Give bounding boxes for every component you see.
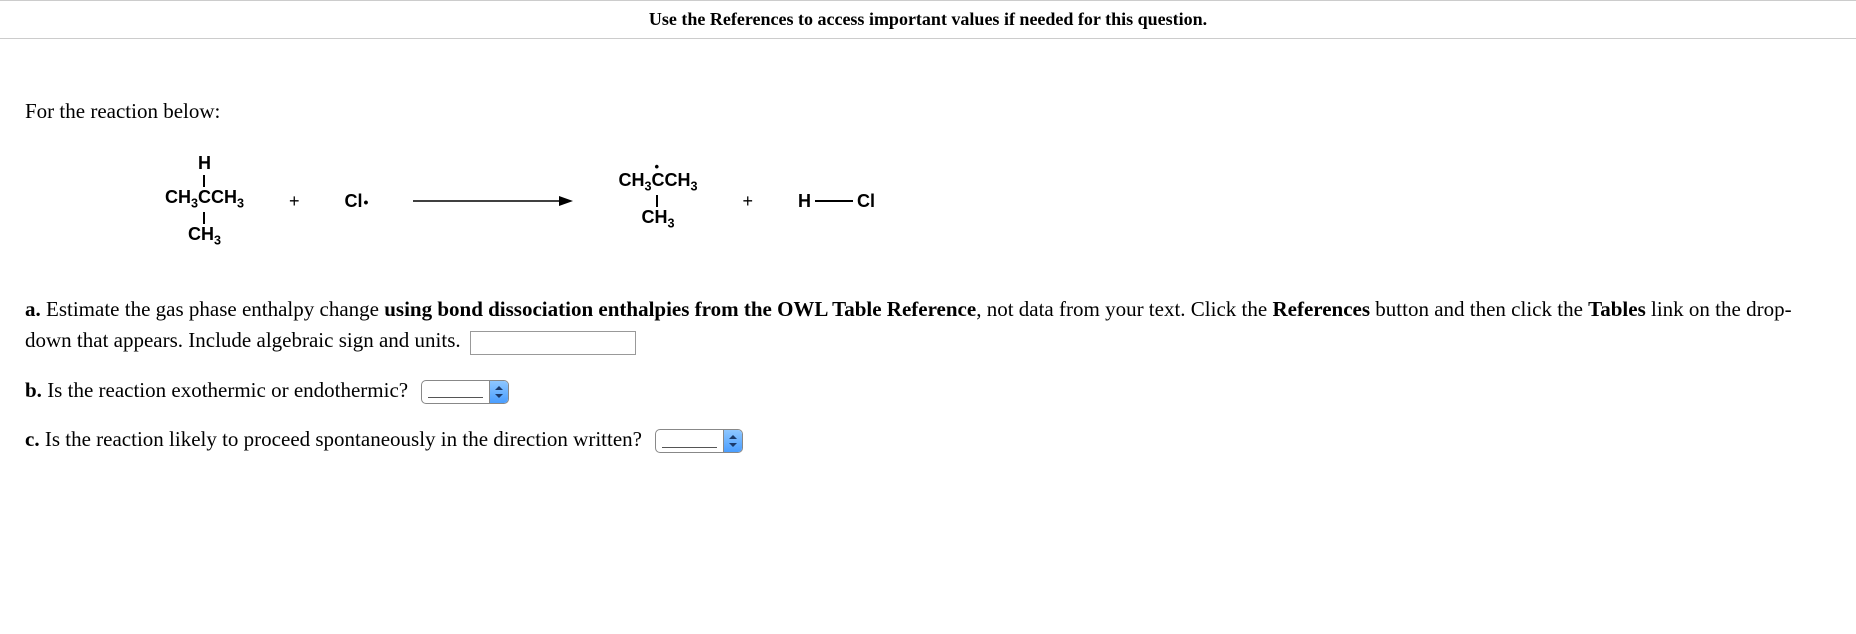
enthalpy-input[interactable] — [470, 331, 636, 355]
dropdown-button[interactable] — [489, 381, 508, 403]
exo-endo-field[interactable] — [428, 383, 483, 398]
product-molecule-1: CH3C•CH3 CH3 — [618, 171, 697, 232]
reactant1-h: H — [198, 154, 211, 174]
part-a-bold-3: Tables — [1588, 297, 1646, 321]
chevron-updown-icon — [728, 435, 738, 447]
plus-sign: + — [289, 191, 300, 212]
spontaneous-field[interactable] — [662, 433, 717, 448]
reactant1-bottom: CH3 — [188, 225, 221, 248]
reactant-cl-radical: Cl• — [345, 191, 369, 212]
bond-icon — [203, 175, 206, 187]
part-a-text-3: button and then click the — [1370, 297, 1588, 321]
part-c-label: c. — [25, 427, 40, 451]
part-b-text: Is the reaction exothermic or endothermi… — [42, 378, 408, 402]
reactant-molecule-1: H CH3CCH3 CH3 — [165, 154, 244, 249]
part-a-bold-1: using bond dissociation enthalpies from … — [384, 297, 976, 321]
bond-icon — [203, 212, 206, 224]
chevron-updown-icon — [494, 386, 504, 398]
plus-sign: + — [742, 191, 753, 212]
hcl-cl: Cl — [857, 191, 875, 212]
intro-text: For the reaction below: — [25, 99, 1831, 124]
hcl-h: H — [798, 191, 811, 212]
question-content: For the reaction below: H CH3CCH3 CH3 + … — [0, 39, 1856, 494]
instruction-bar: Use the References to access important v… — [0, 0, 1856, 39]
reactant1-main: CH3CCH3 — [165, 188, 244, 211]
question-part-a: a. Estimate the gas phase enthalpy chang… — [25, 294, 1831, 357]
dropdown-button[interactable] — [723, 430, 742, 452]
part-b-label: b. — [25, 378, 42, 402]
product1-main: CH3C•CH3 — [618, 171, 697, 194]
reaction-equation: H CH3CCH3 CH3 + Cl• CH3C•CH3 CH3 + H — [165, 154, 1831, 249]
question-part-b: b. Is the reaction exothermic or endothe… — [25, 375, 1831, 407]
part-a-text-2: , not data from your text. Click the — [976, 297, 1272, 321]
reaction-arrow-icon — [413, 193, 573, 209]
spontaneous-select[interactable] — [655, 429, 743, 453]
product1-bottom: CH3 — [641, 208, 674, 231]
bond-icon — [815, 200, 853, 202]
part-c-text: Is the reaction likely to proceed sponta… — [40, 427, 642, 451]
part-a-label: a. — [25, 297, 41, 321]
question-part-c: c. Is the reaction likely to proceed spo… — [25, 424, 1831, 456]
product-hcl: H Cl — [798, 191, 875, 212]
part-a-bold-2: References — [1272, 297, 1370, 321]
part-a-text-1: Estimate the gas phase enthalpy change — [41, 297, 384, 321]
bond-icon — [656, 195, 659, 207]
exo-endo-select[interactable] — [421, 380, 509, 404]
